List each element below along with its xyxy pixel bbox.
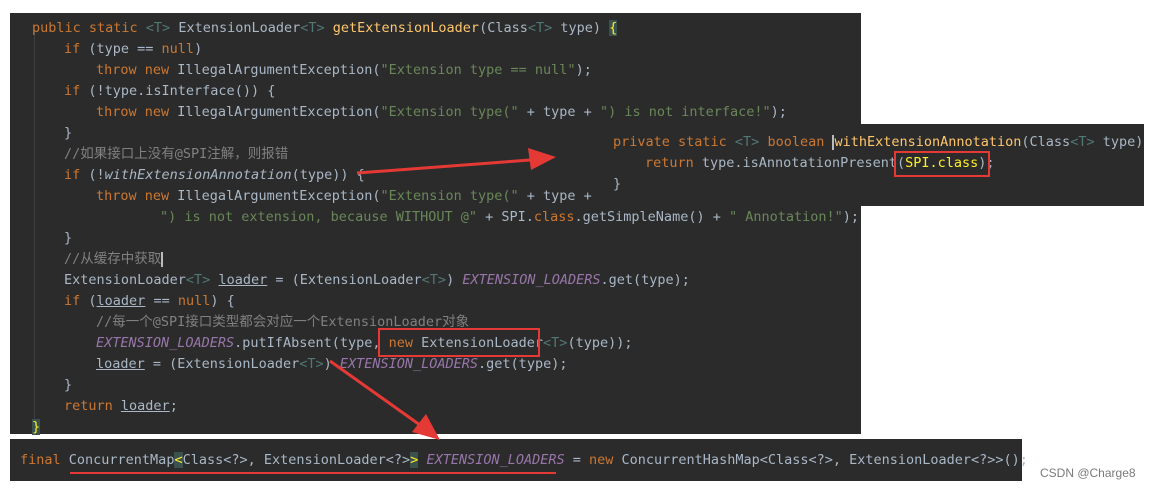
arrow-to-popup-head <box>528 148 556 170</box>
watermark: CSDN @Charge8 <box>1040 466 1136 480</box>
annotation-arrows <box>329 148 556 440</box>
arrow-to-field-head <box>412 414 440 440</box>
arrow-to-popup <box>356 158 531 175</box>
arrow-to-field <box>329 359 421 427</box>
